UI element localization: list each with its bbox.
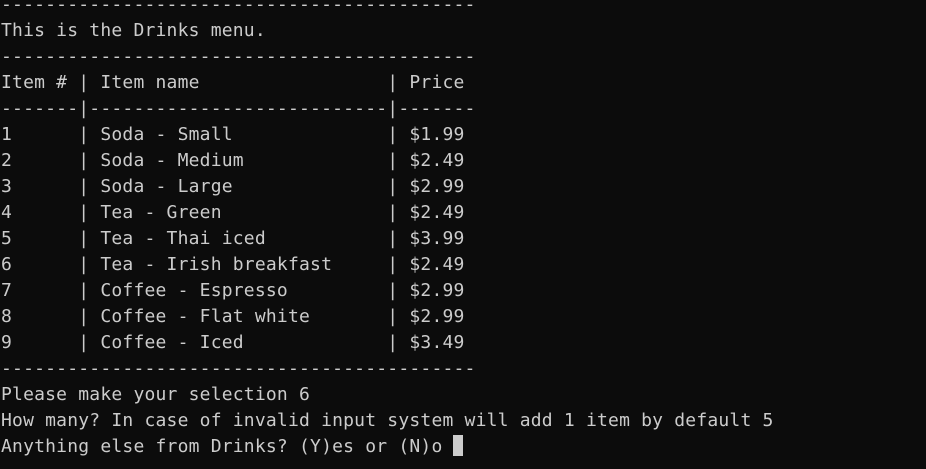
table-row: 4 | Tea - Green | $2.49 — [1, 202, 465, 223]
table-row: 9 | Coffee - Iced | $3.49 — [1, 332, 465, 353]
table-header-divider: -------|---------------------------|----… — [1, 98, 476, 119]
text-cursor[interactable] — [453, 435, 464, 456]
table-row: 7 | Coffee - Espresso | $2.99 — [1, 280, 465, 301]
table-row: 5 | Tea - Thai iced | $3.99 — [1, 228, 465, 249]
menu-heading: This is the Drinks menu. — [1, 20, 266, 41]
selection-prompt: Please make your selection 6 — [1, 384, 311, 405]
separator-line: ----------------------------------------… — [1, 0, 476, 15]
continue-prompt: Anything else from Drinks? (Y)es or (N)o — [1, 436, 443, 457]
table-row: 6 | Tea - Irish breakfast | $2.49 — [1, 254, 465, 275]
table-row: 3 | Soda - Large | $2.99 — [1, 176, 465, 197]
continue-prompt-line[interactable]: Anything else from Drinks? (Y)es or (N)o — [1, 434, 464, 460]
quantity-prompt: How many? In case of invalid input syste… — [1, 410, 774, 431]
separator-line: ----------------------------------------… — [1, 358, 476, 379]
table-row: 2 | Soda - Medium | $2.49 — [1, 150, 465, 171]
separator-line: ----------------------------------------… — [1, 46, 476, 67]
table-row: 1 | Soda - Small | $1.99 — [1, 124, 465, 145]
terminal-window[interactable]: ----------------------------------------… — [0, 0, 926, 469]
table-row: 8 | Coffee - Flat white | $2.99 — [1, 306, 465, 327]
table-header: Item # | Item name | Price — [1, 72, 465, 93]
